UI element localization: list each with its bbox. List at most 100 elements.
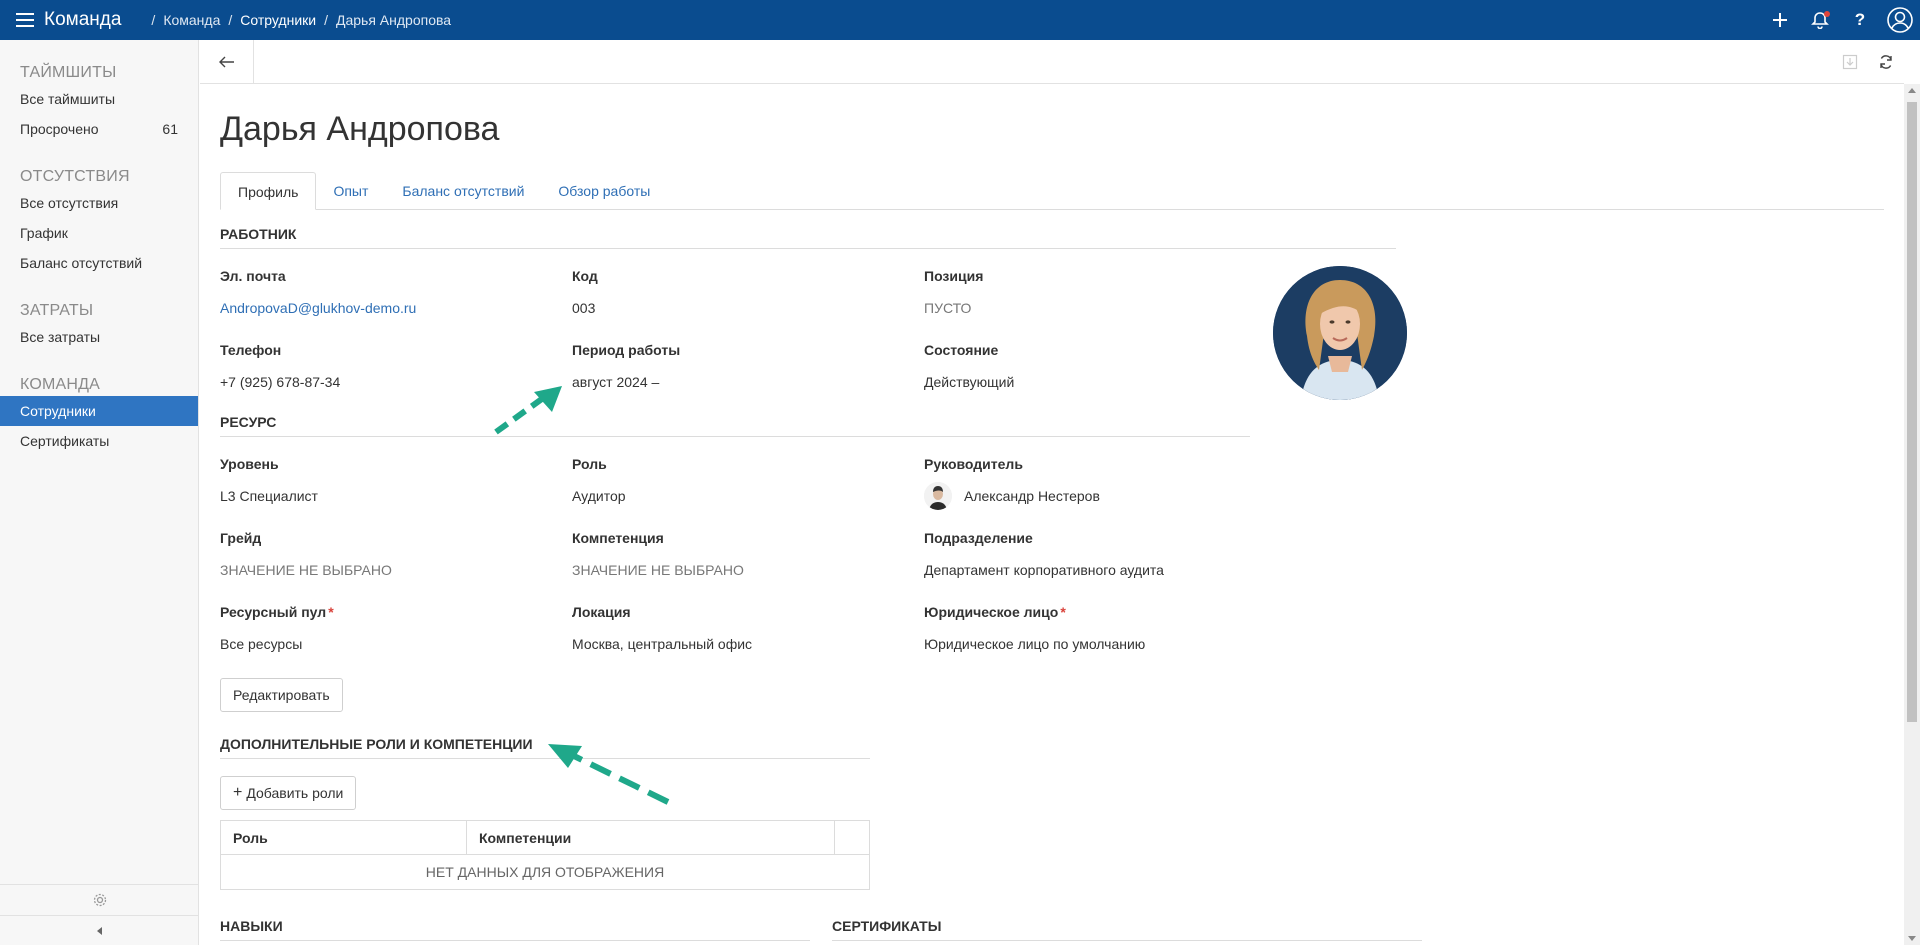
vertical-scrollbar[interactable] <box>1904 84 1920 945</box>
column-header-competencies[interactable]: Компетенции <box>467 821 835 854</box>
state-label: Состояние <box>924 342 999 358</box>
manager-name[interactable]: Александр Нестеров <box>964 488 1100 504</box>
section-title-certificates: СЕРТИФИКАТЫ <box>832 918 1422 941</box>
sidebar-section-expenses: ЗАТРАТЫ Все затраты <box>0 300 198 352</box>
sidebar-item-label: Все таймшиты <box>20 91 116 107</box>
plus-icon: + <box>233 784 243 801</box>
sidebar-item-all-expenses[interactable]: Все затраты <box>0 322 198 352</box>
notification-dot <box>1824 11 1830 17</box>
code-value: 003 <box>572 300 596 316</box>
sidebar-section-team: КОМАНДА Сотрудники Сертификаты <box>0 374 198 456</box>
sidebar-item-label: Сотрудники <box>20 403 96 419</box>
level-label: Уровень <box>220 456 279 472</box>
role-value: Аудитор <box>572 488 626 504</box>
breadcrumb-item-current: Дарья Андропова <box>335 12 452 28</box>
scroll-down-icon[interactable] <box>1908 936 1916 941</box>
sidebar-item-label: Все отсутствия <box>20 195 119 211</box>
sidebar-section-absences: ОТСУТСТВИЯ Все отсутствия График Баланс … <box>0 166 198 278</box>
manager-label: Руководитель <box>924 456 1023 472</box>
section-title-skills: НАВЫКИ <box>220 918 810 941</box>
legal-entity-value: Юридическое лицо по умолчанию <box>924 636 1146 652</box>
sidebar-heading: ЗАТРАТЫ <box>20 302 94 319</box>
sidebar-item-overdue[interactable]: Просрочено 61 <box>0 114 198 144</box>
back-arrow-icon[interactable] <box>200 40 254 84</box>
tab-profile[interactable]: Профиль <box>220 172 317 210</box>
sidebar-item-label: График <box>20 225 68 241</box>
location-label: Локация <box>572 604 631 620</box>
section-title-resource: РЕСУРС <box>220 414 1250 437</box>
add-roles-label: Добавить роли <box>246 785 344 801</box>
phone-value: +7 (925) 678-87-34 <box>220 374 341 390</box>
top-bar: Команда / Команда / Сотрудники / Дарья А… <box>0 0 1920 40</box>
level-value: L3 Специалист <box>220 488 318 504</box>
sidebar-item-all-timesheets[interactable]: Все таймшиты <box>0 84 198 114</box>
code-label: Код <box>572 268 598 284</box>
sidebar-item-label: Баланс отсутствий <box>20 255 143 271</box>
sidebar-heading: КОМАНДА <box>20 376 101 393</box>
app-title[interactable]: Команда <box>44 9 121 31</box>
overdue-count: 61 <box>162 121 178 137</box>
email-link[interactable]: AndropovaD@glukhov-demo.ru <box>220 300 416 316</box>
sidebar-heading: ТАЙМШИТЫ <box>20 64 117 81</box>
settings-gear-icon[interactable] <box>0 885 199 915</box>
scroll-thumb[interactable] <box>1907 102 1917 722</box>
help-icon[interactable]: ? <box>1840 0 1880 40</box>
bell-icon[interactable] <box>1800 0 1840 40</box>
resource-pool-label: Ресурсный пул * <box>220 604 334 620</box>
user-avatar-icon[interactable] <box>1880 0 1920 40</box>
sidebar-item-absence-balance[interactable]: Баланс отсутствий <box>0 248 198 278</box>
competence-value: ЗНАЧЕНИЕ НЕ ВЫБРАНО <box>572 562 744 578</box>
sidebar: ТАЙМШИТЫ Все таймшиты Просрочено 61 ОТСУТ… <box>0 40 199 945</box>
breadcrumb-item-team[interactable]: Команда <box>163 12 220 28</box>
required-mark: * <box>328 604 334 620</box>
sidebar-item-label: Просрочено <box>20 121 99 137</box>
empty-table-message: НЕТ ДАННЫХ ДЛЯ ОТОБРАЖЕНИЯ <box>425 864 665 880</box>
location-value: Москва, центральный офис <box>572 636 753 652</box>
competence-label: Компетенция <box>572 530 664 546</box>
sidebar-item-label: Сертификаты <box>20 433 110 449</box>
sidebar-section-timesheets: ТАЙМШИТЫ Все таймшиты Просрочено 61 <box>0 62 198 144</box>
grade-label: Грейд <box>220 530 262 546</box>
required-mark: * <box>1060 604 1066 620</box>
additional-roles-table: Роль Компетенции НЕТ ДАННЫХ ДЛЯ ОТОБРАЖЕ… <box>220 820 870 890</box>
position-value: ПУСТО <box>924 300 972 316</box>
column-header-role[interactable]: Роль <box>221 821 467 854</box>
grade-value: ЗНАЧЕНИЕ НЕ ВЫБРАНО <box>220 562 392 578</box>
sidebar-footer <box>0 884 199 945</box>
scroll-up-icon[interactable] <box>1908 88 1916 93</box>
plus-icon[interactable] <box>1760 0 1800 40</box>
department-label: Подразделение <box>924 530 1033 546</box>
download-icon[interactable] <box>1832 40 1868 84</box>
refresh-icon[interactable] <box>1868 40 1904 84</box>
page-toolbar <box>200 40 1904 84</box>
tab-absence-balance[interactable]: Баланс отсутствий <box>385 172 541 210</box>
tab-work-review[interactable]: Обзор работы <box>541 172 667 210</box>
resource-pool-label-text: Ресурсный пул <box>220 604 327 620</box>
tab-bar: Профиль Опыт Баланс отсутствий Обзор раб… <box>220 172 1884 210</box>
resource-pool-value: Все ресурсы <box>220 636 303 652</box>
position-label: Позиция <box>924 268 984 284</box>
collapse-sidebar-icon[interactable] <box>0 915 199 945</box>
tab-experience[interactable]: Опыт <box>316 172 385 210</box>
sidebar-item-certificates[interactable]: Сертификаты <box>0 426 198 456</box>
breadcrumb: / Команда / Сотрудники / Дарья Андропова <box>151 12 452 28</box>
sidebar-item-employees[interactable]: Сотрудники <box>0 396 198 426</box>
main-content: Дарья Андропова Профиль Опыт Баланс отсу… <box>220 84 1884 945</box>
work-period-label: Период работы <box>572 342 681 358</box>
sidebar-item-all-absences[interactable]: Все отсутствия <box>0 188 198 218</box>
phone-label: Телефон <box>220 342 282 358</box>
employee-photo <box>1273 266 1407 400</box>
state-value: Действующий <box>924 374 1015 390</box>
add-roles-button[interactable]: + Добавить роли <box>220 776 357 810</box>
sidebar-item-schedule[interactable]: График <box>0 218 198 248</box>
department-value: Департамент корпоративного аудита <box>924 562 1164 578</box>
legal-entity-label-text: Юридическое лицо <box>924 604 1059 620</box>
legal-entity-label: Юридическое лицо * <box>924 604 1066 620</box>
role-label: Роль <box>572 456 607 472</box>
email-label: Эл. почта <box>220 268 286 284</box>
sidebar-item-label: Все затраты <box>20 329 101 345</box>
edit-button[interactable]: Редактировать <box>220 678 343 712</box>
breadcrumb-item-employees[interactable]: Сотрудники <box>240 12 316 28</box>
menu-icon[interactable] <box>16 13 34 27</box>
page-title: Дарья Андропова <box>220 110 500 148</box>
